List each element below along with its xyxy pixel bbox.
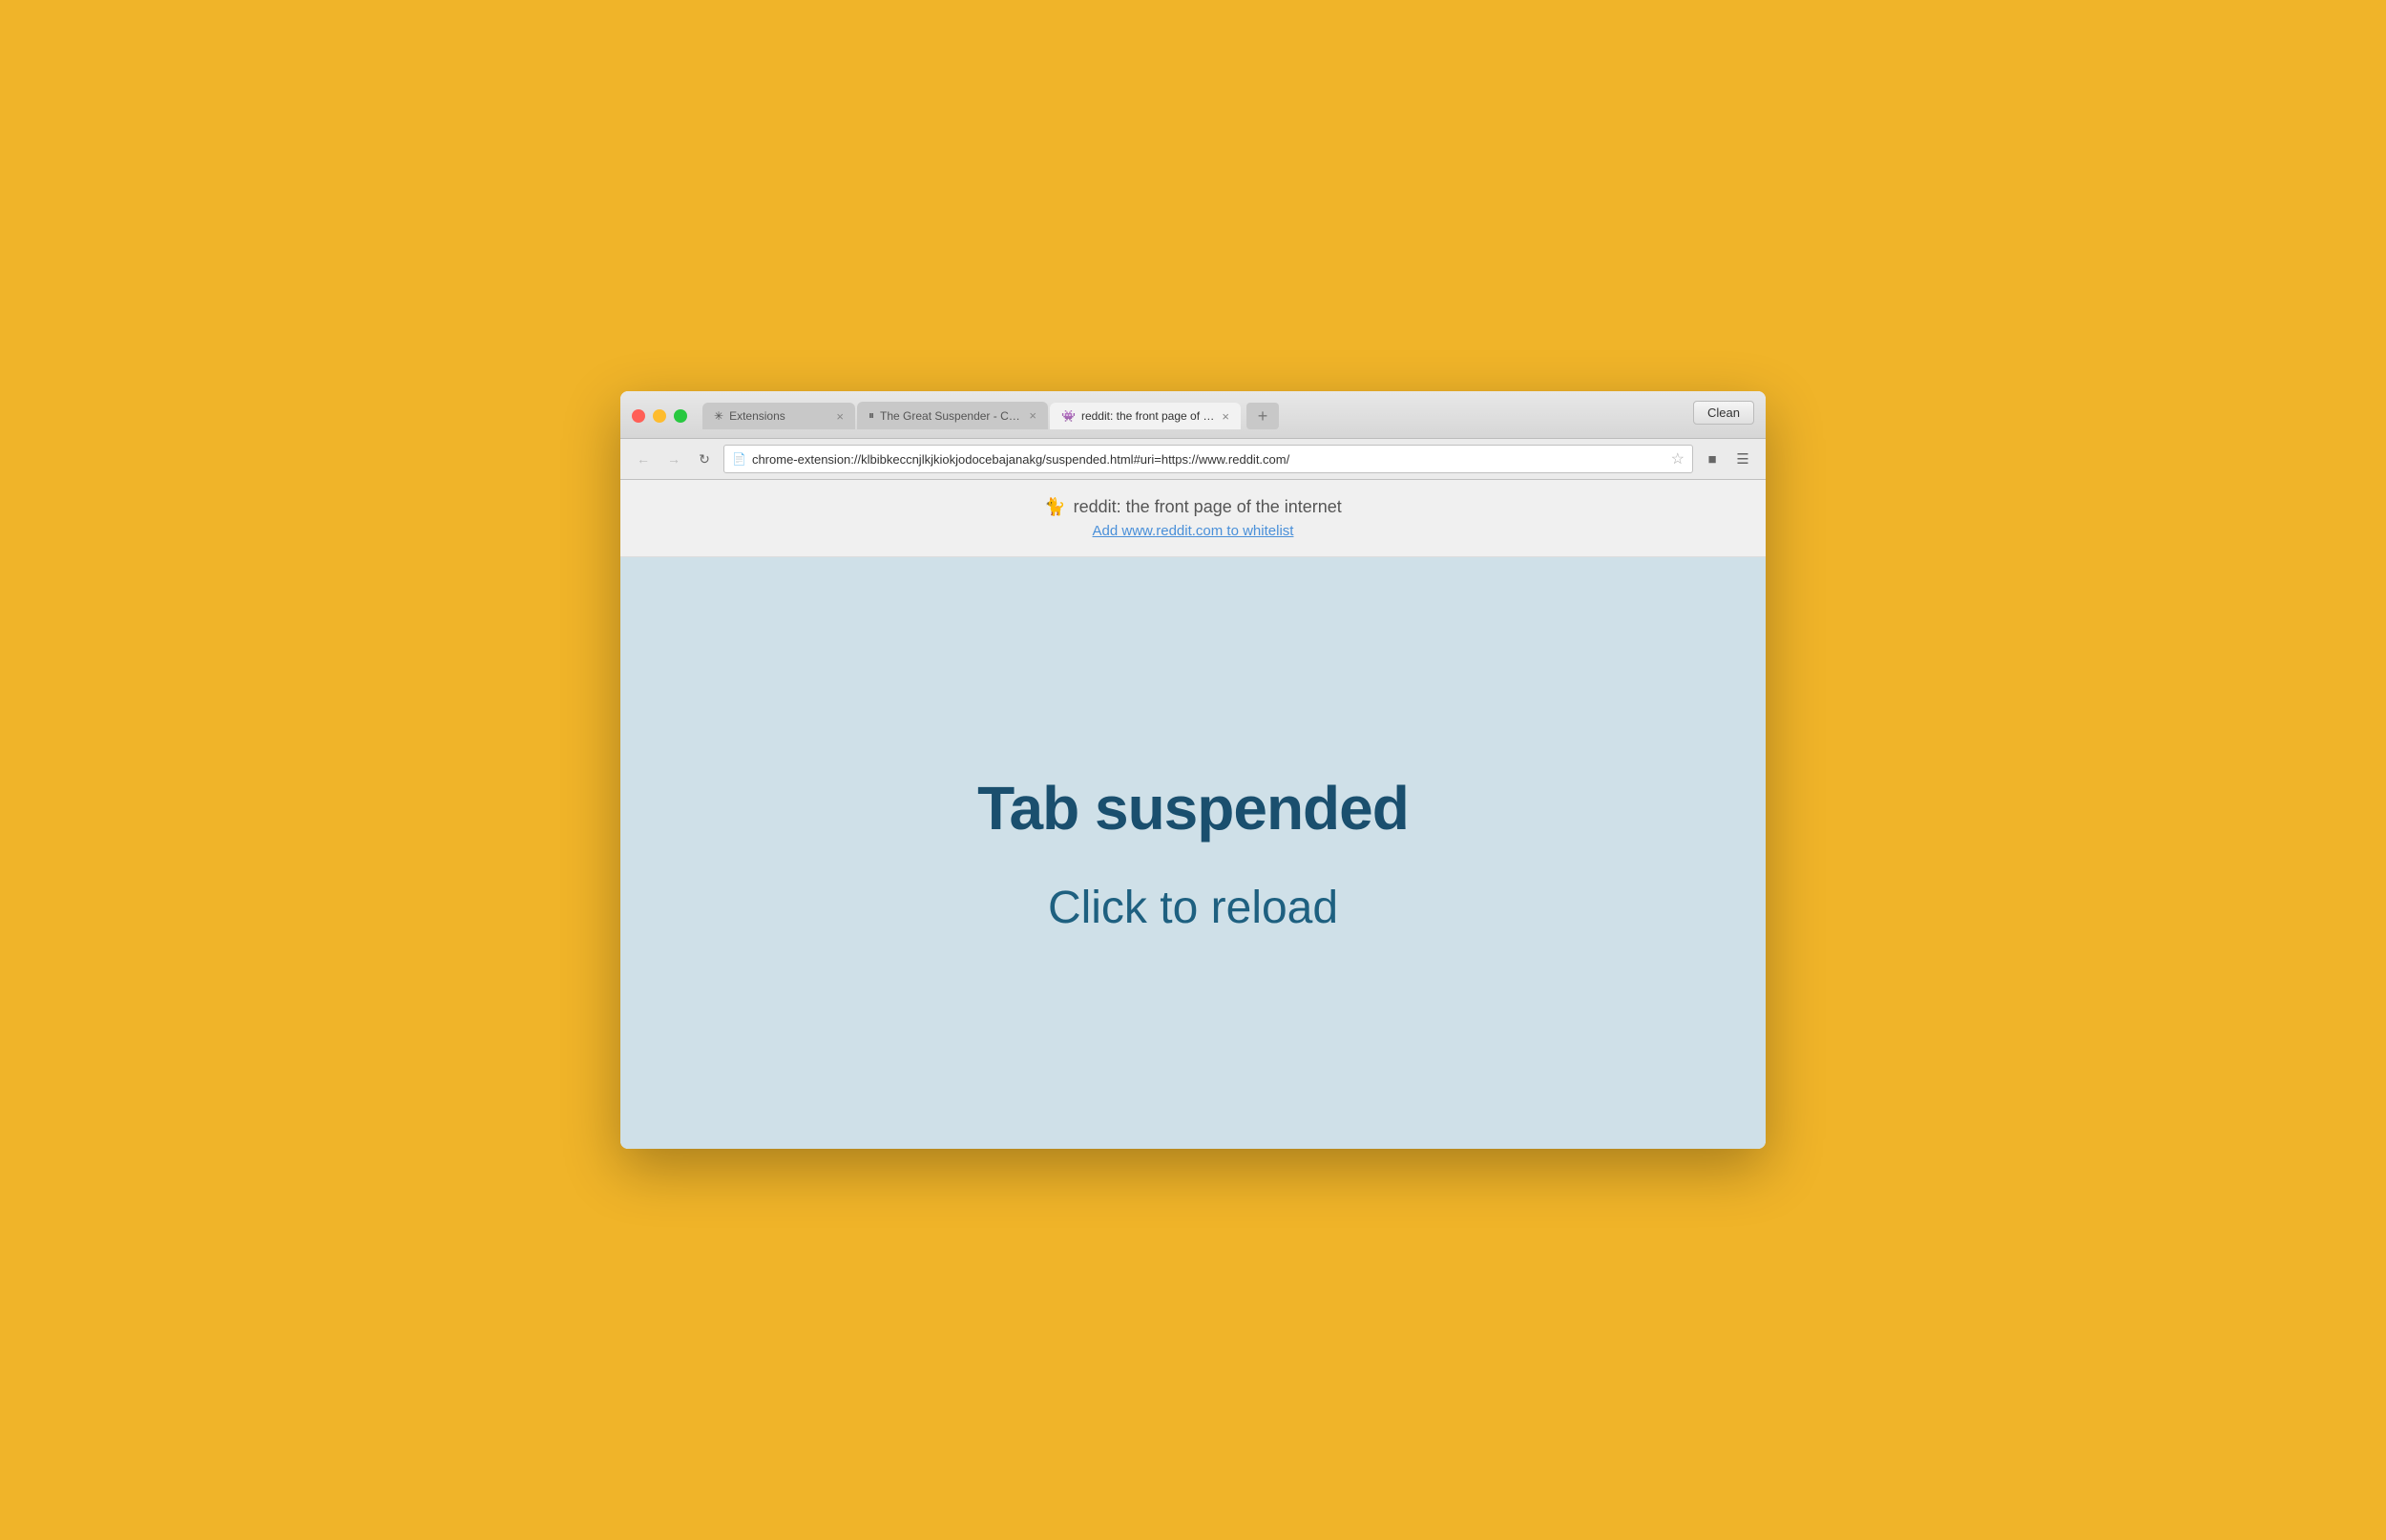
- tab-extensions[interactable]: ✳ Extensions ×: [702, 403, 855, 429]
- tab-favicon-extensions: ✳: [714, 409, 723, 423]
- tab-reddit[interactable]: 👾 reddit: the front page of th… ×: [1050, 403, 1241, 429]
- whitelist-link[interactable]: Add www.reddit.com to whitelist: [639, 523, 1747, 539]
- tab-close-great-suspender[interactable]: ×: [1029, 409, 1036, 422]
- page-header-title: 🐈 reddit: the front page of the internet: [639, 497, 1747, 517]
- tab-close-reddit[interactable]: ×: [1222, 410, 1229, 423]
- tab-favicon-reddit: 👾: [1061, 409, 1076, 423]
- tab-favicon-great-suspender: ⏸: [869, 408, 874, 423]
- page-icon: 📄: [732, 452, 746, 466]
- page-content[interactable]: Tab suspended Click to reload: [620, 557, 1766, 1149]
- tab-great-suspender[interactable]: ⏸ The Great Suspender - Ch… ×: [857, 402, 1048, 429]
- window-controls: [632, 409, 687, 423]
- forward-button[interactable]: →: [662, 447, 685, 470]
- reload-button[interactable]: ↻: [693, 447, 716, 470]
- back-button[interactable]: ←: [632, 447, 655, 470]
- url-bar[interactable]: 📄 chrome-extension://klbibkeccnjlkjkiokj…: [723, 445, 1693, 473]
- tab-title-reddit: reddit: the front page of th…: [1081, 409, 1216, 423]
- suspended-title: Tab suspended: [977, 773, 1409, 843]
- url-text: chrome-extension://klbibkeccnjlkjkiokjod…: [752, 452, 1665, 467]
- new-tab-button[interactable]: +: [1246, 403, 1279, 429]
- page-header: 🐈 reddit: the front page of the internet…: [620, 480, 1766, 557]
- reddit-icon: 🐈: [1044, 497, 1065, 517]
- title-bar: ✳ Extensions × ⏸ The Great Suspender - C…: [620, 391, 1766, 439]
- tab-title-extensions: Extensions: [729, 409, 830, 423]
- browser-window: ✳ Extensions × ⏸ The Great Suspender - C…: [620, 391, 1766, 1149]
- maximize-button[interactable]: [674, 409, 687, 423]
- close-button[interactable]: [632, 409, 645, 423]
- menu-icon[interactable]: ☰: [1731, 447, 1754, 470]
- tabs-container: ✳ Extensions × ⏸ The Great Suspender - C…: [702, 402, 1693, 429]
- site-title: reddit: the front page of the internet: [1074, 497, 1342, 517]
- minimize-button[interactable]: [653, 409, 666, 423]
- extension-icon[interactable]: ■: [1701, 447, 1724, 470]
- address-bar: ← → ↻ 📄 chrome-extension://klbibkeccnjlk…: [620, 439, 1766, 480]
- clean-button[interactable]: Clean: [1693, 401, 1754, 425]
- tab-close-extensions[interactable]: ×: [836, 410, 844, 423]
- click-to-reload[interactable]: Click to reload: [1048, 882, 1338, 934]
- toolbar-right: ■ ☰: [1701, 447, 1754, 470]
- bookmark-star-icon[interactable]: ☆: [1671, 449, 1685, 468]
- tab-title-great-suspender: The Great Suspender - Ch…: [880, 409, 1023, 423]
